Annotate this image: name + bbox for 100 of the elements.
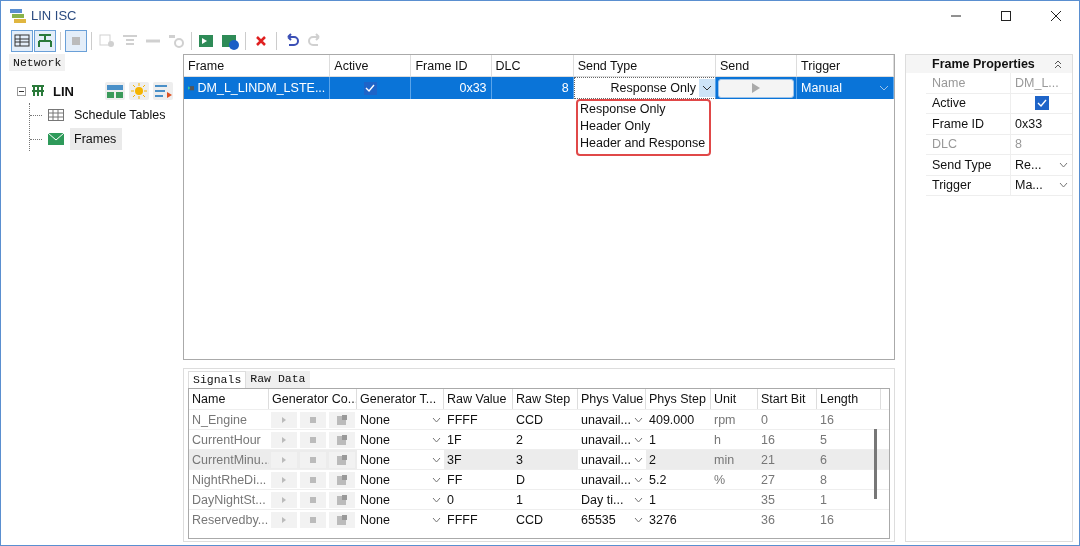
tree-item[interactable]: LIN <box>50 81 77 101</box>
table-cell-text: 8 <box>819 471 828 489</box>
property-name: Frame ID <box>926 114 1011 134</box>
settings-icon[interactable] <box>329 511 355 528</box>
property-name: Name <box>926 73 1011 93</box>
stop-icon[interactable] <box>300 411 326 428</box>
caret-icon[interactable] <box>699 79 715 97</box>
column-header[interactable]: Name <box>189 389 269 409</box>
dropdown-option[interactable]: Header Only <box>580 118 706 135</box>
maximize-icon[interactable] <box>1001 10 1011 21</box>
table-cell: rpm <box>714 412 736 427</box>
square-icon[interactable] <box>65 30 87 52</box>
table-cell-text: 16 <box>819 411 835 429</box>
table-cell-text: FF <box>446 471 464 489</box>
property-dropdown[interactable]: Re... <box>1015 157 1068 172</box>
sun-icon[interactable] <box>129 82 149 100</box>
settings-icon[interactable] <box>329 471 355 488</box>
tab[interactable]: Raw Data <box>246 371 310 388</box>
play-icon[interactable] <box>271 431 297 448</box>
play-icon[interactable] <box>271 511 297 528</box>
tree-icon[interactable] <box>34 30 56 52</box>
send-button[interactable] <box>718 78 795 98</box>
stop-icon[interactable] <box>300 451 326 468</box>
table-cell: 0x33 <box>411 77 492 99</box>
stop-icon[interactable] <box>300 471 326 488</box>
table-cell: % <box>714 472 726 487</box>
property-name: Send Type <box>926 155 1011 175</box>
stop-icon[interactable] <box>300 431 326 448</box>
grid-filter-icon[interactable] <box>11 30 33 52</box>
settings-icon[interactable] <box>329 491 355 508</box>
schedule-icon[interactable] <box>105 82 125 100</box>
phys-value-dropdown[interactable]: unavail... <box>578 450 646 469</box>
table-cell[interactable]: DM_L_LINDM_LSTE... <box>184 77 331 99</box>
property-value: 0x33 <box>1015 116 1043 131</box>
panel-title: Frame Properties <box>932 57 1035 71</box>
caret-icon <box>1059 182 1068 189</box>
column-header[interactable]: Start Bit <box>758 389 817 409</box>
play-icon[interactable] <box>271 491 297 508</box>
column-header[interactable]: Generator T... <box>357 389 444 409</box>
tab[interactable]: Signals <box>188 371 247 388</box>
settings-icon[interactable] <box>329 431 355 448</box>
tree-item[interactable]: Schedule Tables <box>70 104 172 126</box>
table-icon <box>48 109 64 121</box>
close-icon[interactable] <box>1051 10 1061 21</box>
caret-icon <box>432 416 441 423</box>
table-cell-text: CurrentHour <box>191 431 262 449</box>
network-icon <box>30 84 46 98</box>
table-cell-text: N_Engine <box>191 411 248 429</box>
play-icon[interactable] <box>271 451 297 468</box>
settings-icon[interactable] <box>329 411 355 428</box>
generator-dropdown[interactable]: None <box>357 450 444 469</box>
play-icon[interactable] <box>271 471 297 488</box>
collapse-icon[interactable] <box>1054 59 1062 69</box>
play-icon[interactable] <box>271 411 297 428</box>
caret-icon <box>432 436 441 443</box>
network-tab[interactable]: Network <box>9 54 66 71</box>
table-cell-text: 409.000 <box>648 411 696 429</box>
table-cell-text: 35 <box>760 491 776 509</box>
app-icon <box>9 7 27 24</box>
caret-icon <box>432 496 441 503</box>
table-cell-text: FFFF <box>446 511 479 529</box>
column-header[interactable]: Phys Step <box>646 389 711 409</box>
column-header[interactable]: Raw Value <box>444 389 513 409</box>
stop-icon[interactable] <box>300 511 326 528</box>
scrollbar[interactable] <box>874 429 877 499</box>
table-cell-text: Reservedby... <box>191 511 269 529</box>
table-cell-text: 27 <box>760 471 776 489</box>
table-cell-text: CurrentMinu... <box>191 451 269 469</box>
column-header[interactable]: Phys Value <box>578 389 646 409</box>
table-cell-text: 36 <box>760 511 776 529</box>
stop-icon[interactable] <box>300 491 326 508</box>
column-header[interactable]: Length <box>817 389 881 409</box>
dropdown-option[interactable]: Header and Response <box>580 135 706 152</box>
column-header[interactable]: Generator Co... <box>269 389 357 409</box>
caret-icon <box>634 516 643 523</box>
collapse-icon[interactable] <box>17 86 26 96</box>
list-icon[interactable] <box>153 82 173 100</box>
table-cell-text: 0 <box>760 411 769 429</box>
play-icon <box>752 83 761 93</box>
caret-icon <box>432 456 441 463</box>
trigger-dropdown[interactable]: Manual <box>797 77 894 99</box>
caret-icon <box>634 496 643 503</box>
caret-icon <box>634 436 643 443</box>
column-header[interactable]: Unit <box>711 389 758 409</box>
table-cell-text: 6 <box>819 451 828 469</box>
settings-icon[interactable] <box>329 451 355 468</box>
property-name: Active <box>926 93 1011 113</box>
table-cell-text: 16 <box>819 511 835 529</box>
dropdown-option[interactable]: Response Only <box>580 101 706 118</box>
checkbox[interactable] <box>1034 96 1049 111</box>
table-cell-text: NightRheDi... <box>191 471 268 489</box>
column-header[interactable]: Raw Step <box>513 389 578 409</box>
tree-item[interactable]: Frames <box>70 128 123 150</box>
property-dropdown[interactable]: Ma... <box>1015 178 1068 193</box>
property-value: DM_L... <box>1015 75 1059 90</box>
caret-icon <box>634 416 643 423</box>
send-type-dropdown[interactable]: Response Only <box>573 77 716 99</box>
table-cell-text: 1 <box>648 431 657 449</box>
window-title: LIN ISC <box>31 8 77 23</box>
checkbox[interactable] <box>363 81 377 95</box>
